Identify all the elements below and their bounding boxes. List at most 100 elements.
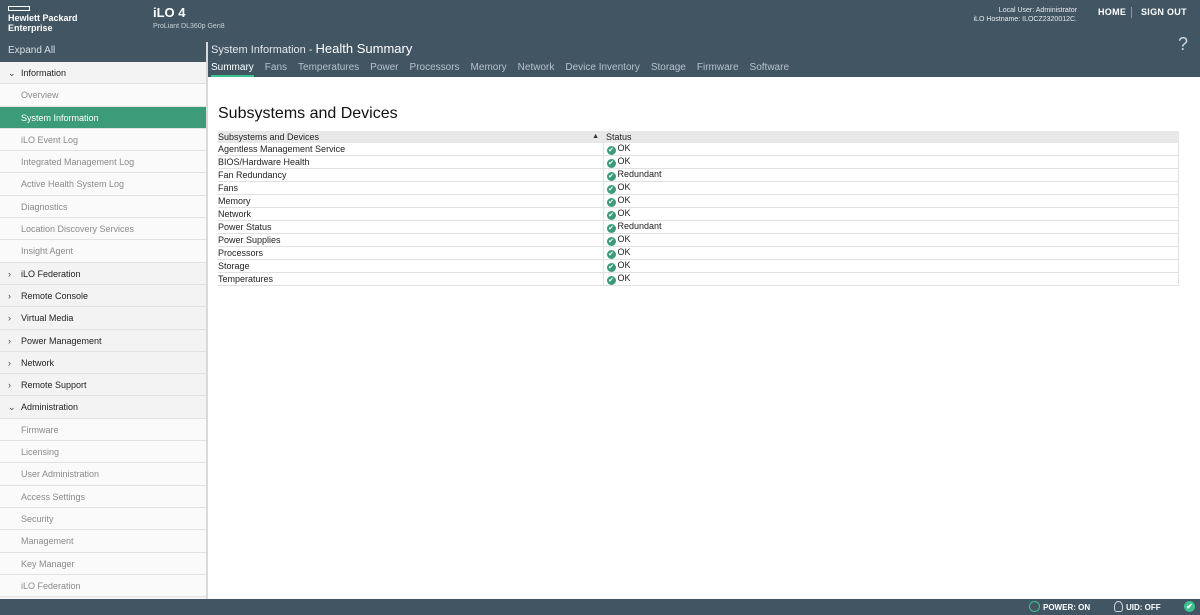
- sidebar-group-label: Network: [21, 357, 55, 368]
- hpe-logo: Hewlett Packard Enterprise: [8, 6, 78, 33]
- check-circle-icon: ✔: [606, 250, 616, 259]
- question-mark-icon[interactable]: ?: [1178, 34, 1188, 55]
- sidebar-item-management[interactable]: Management: [0, 530, 206, 553]
- uid-status[interactable]: UID: OFF: [1114, 601, 1161, 614]
- product-name: iLO 4: [153, 5, 186, 20]
- uid-status-label: UID: OFF: [1126, 603, 1161, 612]
- sidebar-item-integrated-management-log[interactable]: Integrated Management Log: [0, 151, 206, 174]
- row-status: ✔ Redundant: [603, 220, 1179, 234]
- chevron-right-icon: ›: [8, 268, 11, 279]
- sidebar-item-insight-agent[interactable]: Insight Agent: [0, 240, 206, 263]
- row-status-label: OK: [617, 234, 631, 244]
- row-name: Network: [218, 207, 604, 221]
- sidebar-item-system-information[interactable]: System Information: [0, 106, 206, 129]
- table-row: Power Status ✔ Redundant: [218, 220, 1179, 234]
- tab-power[interactable]: Power: [370, 61, 398, 77]
- check-circle-icon: ✔: [606, 211, 616, 220]
- row-name: Fans: [218, 181, 604, 195]
- sidebar-group-virtual-media[interactable]: › Virtual Media: [0, 307, 206, 330]
- sign-out-link[interactable]: SIGN OUT: [1141, 7, 1187, 17]
- row-status: ✔ Redundant: [603, 168, 1179, 182]
- sidebar-item-security[interactable]: Security: [0, 507, 206, 531]
- chevron-right-icon: ›: [8, 357, 11, 368]
- row-status-label: OK: [617, 195, 631, 205]
- table-row: Processors ✔ OK: [218, 246, 1179, 260]
- lightbulb-icon: [1114, 601, 1123, 612]
- table-row: Fans ✔ OK: [218, 181, 1179, 195]
- row-status: ✔ OK: [603, 155, 1179, 169]
- column-header-status[interactable]: Status: [603, 131, 1179, 143]
- row-status-label: OK: [617, 273, 631, 283]
- check-circle-icon: ✔: [1184, 601, 1195, 612]
- sidebar-item-ilo-federation[interactable]: iLO Federation: [0, 574, 206, 598]
- tab-summary[interactable]: Summary: [211, 61, 254, 77]
- sidebar-item-ilo-event-log[interactable]: iLO Event Log: [0, 128, 206, 152]
- row-name: Fan Redundancy: [218, 168, 604, 182]
- sidebar-item-overview[interactable]: Overview: [0, 84, 206, 107]
- sidebar-group-ilo-federation[interactable]: › iLO Federation: [0, 263, 206, 285]
- expand-all-link[interactable]: Expand All: [0, 42, 206, 62]
- row-status-label: OK: [617, 208, 631, 218]
- row-status: ✔ OK: [603, 143, 1179, 156]
- tab-firmware[interactable]: Firmware: [697, 61, 739, 77]
- tab-processors[interactable]: Processors: [410, 61, 460, 77]
- column-header-name-label: Subsystems and Devices: [218, 132, 320, 142]
- row-name: BIOS/Hardware Health: [218, 155, 604, 169]
- tab-storage[interactable]: Storage: [651, 61, 686, 77]
- subsystems-table: Subsystems and Devices ▲ Status Agentless…: [218, 131, 1179, 286]
- row-name: Processors: [218, 246, 604, 260]
- chevron-down-icon: ⌄: [8, 68, 16, 78]
- row-name: Memory: [218, 194, 604, 208]
- sidebar-group-information[interactable]: ⌄ Information: [0, 62, 206, 85]
- header-divider: [1131, 7, 1132, 18]
- page-title-prefix: System Information -: [211, 44, 316, 56]
- sidebar-item-diagnostics[interactable]: Diagnostics: [0, 195, 206, 219]
- local-user: Local User: Administrator: [998, 7, 1077, 14]
- check-circle-icon: ✔: [606, 172, 616, 181]
- check-circle-icon: ✔: [606, 237, 616, 246]
- column-header-name[interactable]: Subsystems and Devices ▲: [218, 131, 603, 143]
- sidebar-item-active-health-system-log[interactable]: Active Health System Log: [0, 173, 206, 196]
- row-name: Storage: [218, 259, 604, 273]
- sidebar-item-access-settings[interactable]: Access Settings: [0, 485, 206, 508]
- row-name: Power Status: [218, 220, 604, 234]
- power-status[interactable]: POWER: ON: [1029, 601, 1090, 614]
- system-health-status[interactable]: ✔: [1184, 601, 1195, 613]
- ilo-hostname: iLO Hostname: ILOCZ2320012C.: [973, 16, 1078, 23]
- table-row: Storage ✔ OK: [218, 259, 1179, 273]
- tab-device-inventory[interactable]: Device Inventory: [565, 61, 639, 77]
- power-status-label: POWER: ON: [1043, 603, 1091, 612]
- tab-fans[interactable]: Fans: [265, 61, 287, 77]
- sidebar-item-user-administration[interactable]: User Administration: [0, 463, 206, 486]
- sidebar-item-key-manager[interactable]: Key Manager: [0, 552, 206, 575]
- sidebar-group-power-management[interactable]: › Power Management: [0, 330, 206, 352]
- page-title-main: Health Summary: [315, 41, 413, 56]
- sidebar-group-remote-console[interactable]: › Remote Console: [0, 285, 206, 308]
- chevron-right-icon: ›: [8, 313, 11, 324]
- status-footer: POWER: ON UID: OFF ✔: [0, 599, 1200, 615]
- main-content: Subsystems and Devices Subsystems and De…: [208, 77, 1200, 599]
- sort-ascending-icon: ▲: [592, 133, 599, 140]
- check-circle-icon: ✔: [606, 159, 616, 168]
- row-status: ✔ OK: [603, 194, 1179, 208]
- sidebar-item-firmware[interactable]: Firmware: [0, 418, 206, 442]
- page-title: System Information - Health Summary: [211, 42, 412, 57]
- home-link[interactable]: HOME: [1098, 7, 1126, 17]
- table-header-row: Subsystems and Devices ▲ Status: [218, 131, 1179, 143]
- sidebar-group-network[interactable]: › Network: [0, 352, 206, 375]
- sidebar-item-licensing[interactable]: Licensing: [0, 441, 206, 464]
- sidebar-group-administration[interactable]: ⌄ Administration: [0, 396, 206, 419]
- tab-network[interactable]: Network: [518, 61, 555, 77]
- sidebar-group-label: Power Management: [21, 335, 102, 346]
- tab-software[interactable]: Software: [750, 61, 789, 77]
- sidebar: Expand All ⌄ Information Overview System…: [0, 42, 208, 599]
- table-row: Power Supplies ✔ OK: [218, 233, 1179, 247]
- tab-bar: Summary Fans Temperatures Power Processo…: [211, 61, 800, 77]
- table-row: Agentless Management Service ✔ OK: [218, 143, 1179, 156]
- sidebar-group-remote-support[interactable]: › Remote Support: [0, 374, 206, 397]
- hpe-logo-icon: [8, 6, 30, 11]
- tab-temperatures[interactable]: Temperatures: [298, 61, 359, 77]
- sidebar-item-location-discovery-services[interactable]: Location Discovery Services: [0, 218, 206, 241]
- row-status: ✔ OK: [603, 233, 1179, 247]
- tab-memory[interactable]: Memory: [471, 61, 507, 77]
